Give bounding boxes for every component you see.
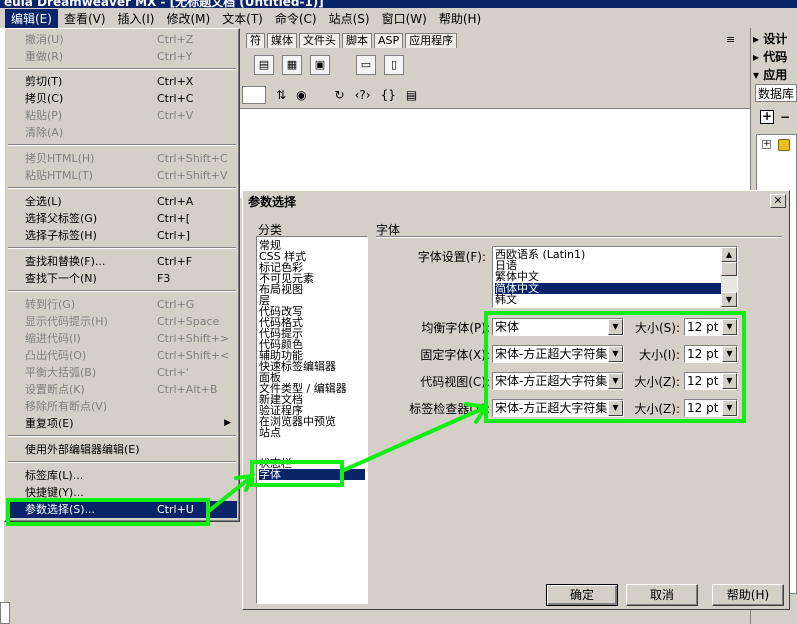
arrow-line [342, 406, 486, 472]
arrow-line [208, 476, 252, 512]
annotation-arrows [208, 402, 490, 512]
